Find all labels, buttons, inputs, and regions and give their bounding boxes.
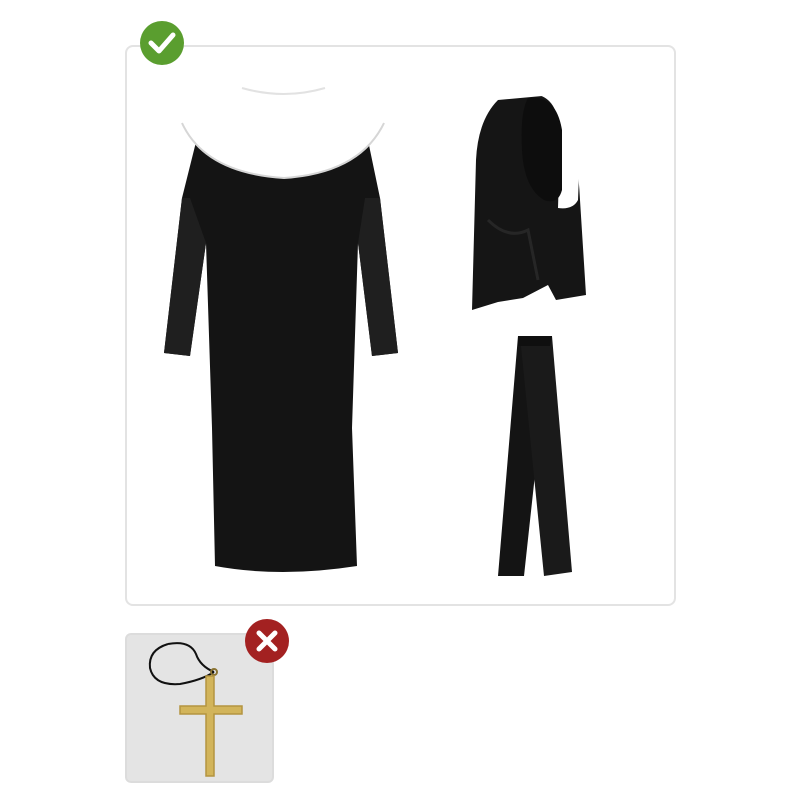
necklace-cord [148, 643, 215, 686]
check-icon [139, 20, 185, 66]
cross-pendant [179, 675, 243, 777]
veil-image [468, 80, 593, 315]
cross-necklace-image [140, 640, 250, 780]
robe-image [160, 78, 405, 578]
belt-image [494, 334, 576, 579]
close-icon [244, 618, 290, 664]
